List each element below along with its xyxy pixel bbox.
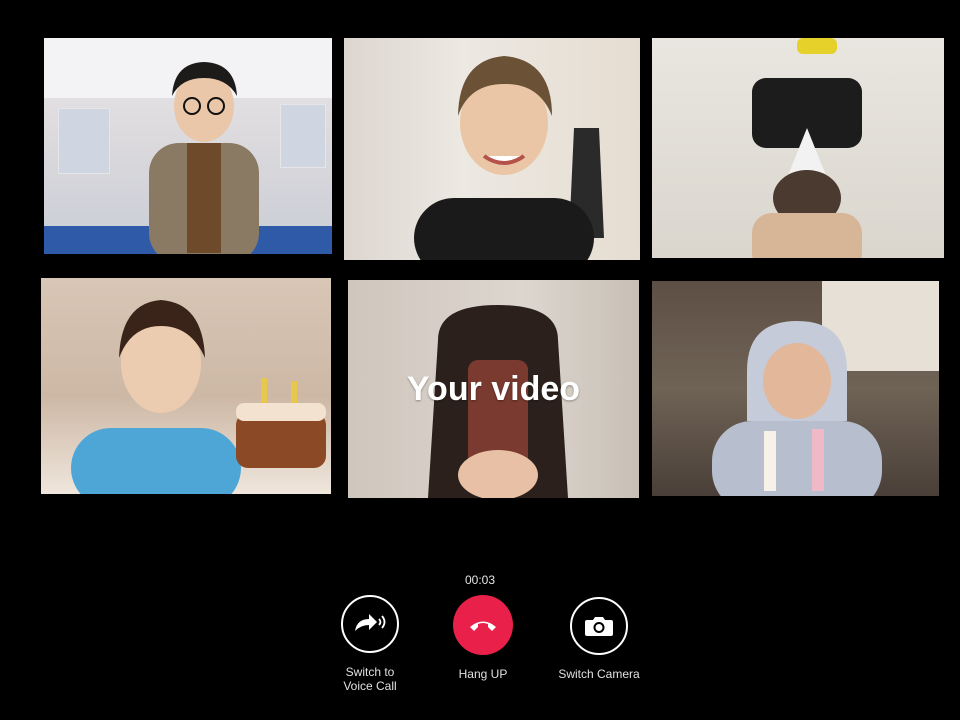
participant-tile-3[interactable] (652, 38, 944, 258)
video-call-screen: Your video 00:03 Switch to Voice Call Ha… (0, 0, 960, 720)
call-timer: 00:03 (464, 573, 496, 587)
participant-silhouette (414, 56, 604, 260)
participant-video-feed (41, 278, 331, 494)
hang-up-label: Hang UP (458, 667, 508, 681)
participant-video-feed (44, 38, 332, 254)
switch-camera-label: Switch Camera (558, 667, 640, 681)
participant-silhouette (149, 62, 259, 254)
participant-silhouette (71, 300, 241, 494)
switch-camera-button[interactable] (570, 597, 628, 655)
participant-video-feed (344, 38, 640, 260)
switch-to-voice-control: Switch to Voice Call (310, 595, 430, 693)
background-poster (280, 104, 326, 168)
participant-tile-1[interactable] (44, 38, 332, 254)
camera-icon (585, 617, 613, 636)
hang-up-button[interactable] (453, 595, 513, 655)
self-video-tile[interactable]: Your video (348, 280, 639, 498)
participant-video-feed (652, 281, 939, 496)
participant-silhouette (712, 321, 882, 496)
background-poster (58, 108, 110, 174)
participant-video-feed (652, 38, 944, 258)
participant-silhouette (752, 38, 862, 258)
switch-camera-control: Switch Camera (539, 597, 659, 681)
birthday-cake (236, 378, 326, 468)
participant-tile-2[interactable] (344, 38, 640, 260)
voice-call-icon (355, 614, 386, 631)
switch-to-voice-label-line1: Switch to (345, 665, 395, 679)
self-video-label: Your video (406, 370, 581, 408)
switch-to-voice-button[interactable] (341, 595, 399, 653)
hang-up-control: Hang UP (423, 595, 543, 681)
participant-tile-6[interactable] (652, 281, 939, 496)
switch-to-voice-label-line2: Voice Call (343, 679, 397, 693)
participant-tile-4[interactable] (41, 278, 331, 494)
switch-to-voice-label: Switch to Voice Call (310, 665, 430, 693)
phone-hangup-icon (470, 621, 496, 631)
